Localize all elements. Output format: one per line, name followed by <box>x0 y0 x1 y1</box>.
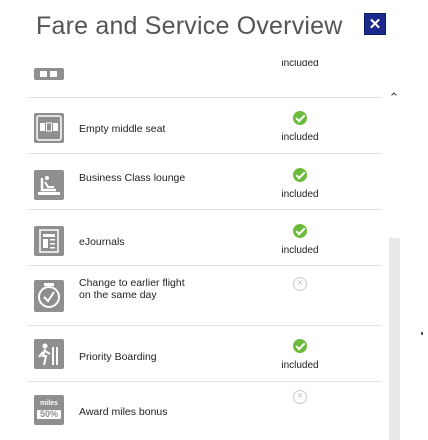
list-item: Business Class lounge included <box>28 154 382 210</box>
service-list[interactable]: included Empty middle seat included Busi… <box>28 60 382 440</box>
list-item: Empty middle seat included <box>28 98 382 154</box>
list-item: included <box>28 60 382 98</box>
service-label: Empty middle seat <box>79 123 166 135</box>
status-text: included <box>281 132 319 143</box>
status-cell: included <box>275 60 325 69</box>
list-item: Priority Boarding included <box>28 326 382 382</box>
ejournals-icon <box>34 226 64 256</box>
status-cell: included <box>275 224 325 256</box>
service-label: Business Class lounge <box>79 172 186 184</box>
check-icon <box>293 168 307 182</box>
close-button[interactable]: ✕ <box>364 13 386 35</box>
seat-icon <box>34 68 64 80</box>
list-item: Change to earlier flight on the same day… <box>28 266 382 326</box>
check-icon <box>293 339 307 353</box>
status-cell: × <box>275 277 325 298</box>
status-cell: × <box>275 390 325 411</box>
dialog-title: Fare and Service Overview <box>36 12 343 40</box>
service-label: eJournals <box>79 236 125 248</box>
scrollbar-track[interactable] <box>389 238 400 440</box>
status-text: included <box>281 189 319 200</box>
service-label: Change to earlier flight on the same day <box>79 277 185 301</box>
check-icon <box>293 224 307 238</box>
miles-bonus-icon: miles 50% <box>34 395 64 425</box>
decorative-mark <box>421 332 423 335</box>
lounge-icon <box>34 170 64 200</box>
list-item: eJournals included <box>28 210 382 266</box>
close-icon: ✕ <box>368 16 382 33</box>
scroll-up-button[interactable]: ⌃ <box>386 90 402 106</box>
status-cell: included <box>275 339 325 371</box>
chevron-up-icon: ⌃ <box>388 90 400 105</box>
empty-middle-seat-icon <box>34 113 64 143</box>
not-included-icon: × <box>293 390 307 404</box>
status-cell: included <box>275 111 325 143</box>
not-included-icon: × <box>293 277 307 291</box>
status-text: included <box>281 360 319 371</box>
status-cell: included <box>275 168 325 200</box>
status-text: included <box>281 60 319 69</box>
list-item: miles 50% Award miles bonus × <box>28 382 382 438</box>
miles-icon-text: miles <box>40 400 58 407</box>
priority-boarding-icon <box>34 339 64 369</box>
miles-icon-percent: 50% <box>37 410 61 419</box>
service-label: Priority Boarding <box>79 351 157 363</box>
clock-change-icon <box>34 280 64 312</box>
check-icon <box>293 111 307 125</box>
status-text: included <box>281 245 319 256</box>
service-label: Award miles bonus <box>79 406 168 418</box>
